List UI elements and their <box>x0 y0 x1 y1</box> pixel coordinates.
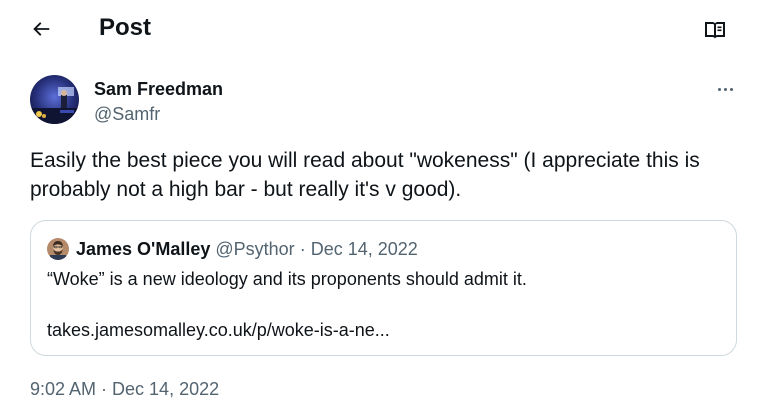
more-horizontal-icon <box>717 87 721 91</box>
more-dot <box>729 87 733 91</box>
tweet-timestamp[interactable]: 9:02 AM · Dec 14, 2022 <box>30 378 219 400</box>
more-dot <box>723 87 727 91</box>
reader-mode-button[interactable] <box>700 15 730 45</box>
quote-author-avatar <box>47 238 69 260</box>
author-avatar[interactable] <box>30 75 79 124</box>
quoted-tweet-card[interactable]: James O'Malley @Psythor · Dec 14, 2022 “… <box>30 220 737 356</box>
quote-link[interactable]: takes.jamesomalley.co.uk/p/woke-is-a-ne.… <box>47 319 390 341</box>
quote-text: “Woke” is a new ideology and its propone… <box>47 269 527 289</box>
quote-date: Dec 14, 2022 <box>310 239 418 259</box>
quote-author-name: James O'Malley <box>76 239 211 259</box>
avatar-image <box>30 75 79 124</box>
tweet-text: Easily the best piece you will read abou… <box>30 149 700 201</box>
post-header: Post <box>0 0 775 56</box>
more-options-button[interactable] <box>710 78 740 100</box>
quote-header: James O'Malley @Psythor · Dec 14, 2022 <box>76 238 418 260</box>
author-name[interactable]: Sam Freedman <box>94 78 223 100</box>
arrow-left-icon <box>33 22 50 36</box>
quote-avatar-image <box>47 238 69 260</box>
back-button[interactable] <box>26 14 56 44</box>
open-book-icon <box>705 22 725 39</box>
author-handle[interactable]: @Samfr <box>94 103 160 125</box>
quote-separator: · <box>299 239 306 259</box>
quote-author-handle: @Psythor <box>215 239 295 259</box>
page-title: Post <box>99 14 152 41</box>
